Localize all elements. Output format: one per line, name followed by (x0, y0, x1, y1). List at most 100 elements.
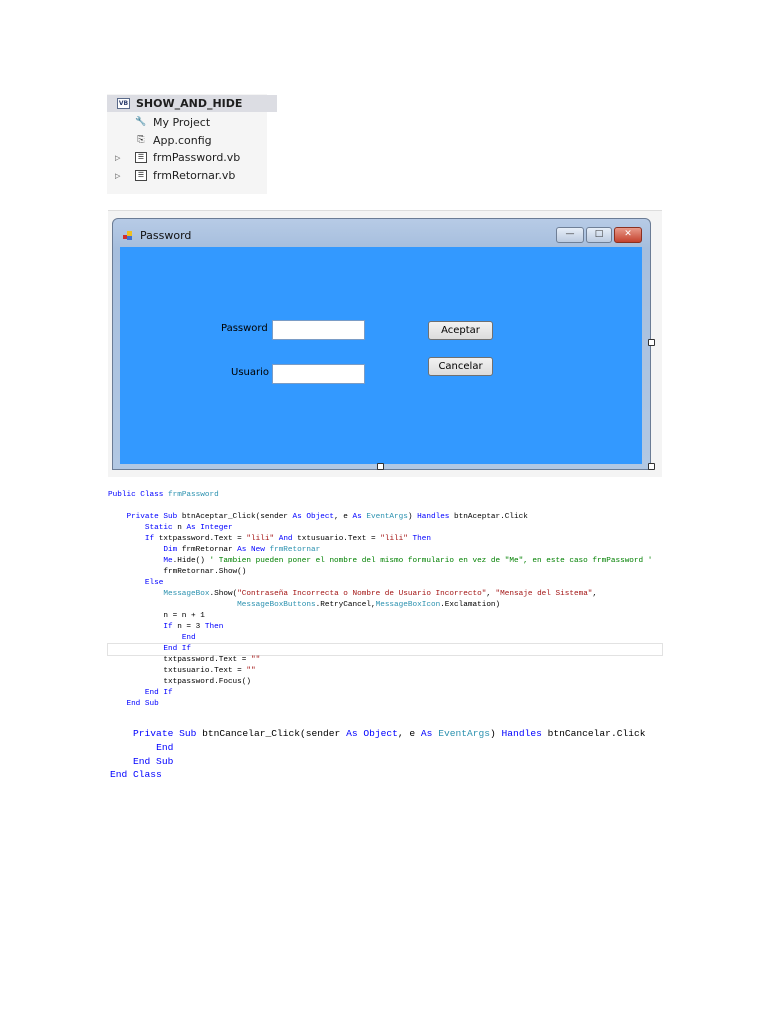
code-token: Then (204, 623, 224, 631)
code-line: End Sub (108, 699, 662, 710)
code-token: frmPassword (167, 491, 219, 499)
form-icon (123, 231, 132, 240)
expand-arrow-icon[interactable]: ▷ (115, 172, 120, 180)
aceptar-button[interactable]: Aceptar (428, 321, 493, 340)
form-designer: Password — □ ✕ Password Usuario Aceptar … (108, 210, 662, 477)
form-file-icon: ☰ (135, 152, 147, 163)
code-token: As (420, 728, 439, 739)
tree-item-label: My Project (153, 116, 211, 129)
code-line: If n = 3 Then (108, 622, 662, 633)
code-token: btnCancelar_Click(sender (202, 728, 347, 739)
code-block-frmpassword: Public Class frmPassword Private Sub btn… (107, 490, 663, 710)
code-line: End Class (110, 768, 645, 782)
cancelar-button[interactable]: Cancelar (428, 357, 493, 376)
code-token: "lili" (246, 535, 275, 543)
code-token: , (592, 590, 598, 598)
solution-explorer: VB SHOW_AND_HIDE 🔧 My Project ⎘ App.conf… (107, 94, 277, 194)
password-label: Password (221, 323, 268, 334)
usuario-label: Usuario (231, 367, 270, 378)
code-line: Static n As Integer (108, 523, 662, 534)
code-token: Private Sub (133, 728, 203, 739)
tree-item-project[interactable]: VB SHOW_AND_HIDE (107, 95, 277, 112)
code-line: If txtpassword.Text = "lili" And txtusua… (108, 534, 662, 545)
code-line: End (108, 633, 662, 644)
code-token: txtpassword.Text = (108, 656, 252, 664)
code-line: txtpassword.Focus() (108, 677, 662, 688)
tree-item-frmretornar[interactable]: ☰ frmRetornar.vb (135, 167, 235, 184)
code-token: End Sub (133, 755, 174, 767)
code-token: End If (163, 645, 192, 653)
code-line: frmRetornar.Show() (108, 567, 662, 578)
code-token: n = 3 (177, 623, 205, 631)
code-token: btnAceptar_Click(sender (181, 513, 293, 521)
code-line: End If (108, 688, 662, 699)
code-token: End Class (110, 769, 162, 781)
code-block-cancelar: Private Sub btnCancelar_Click(sender As … (110, 727, 645, 782)
code-line: n = n + 1 (108, 611, 662, 622)
code-token: ) (490, 728, 502, 739)
code-token: As Integer (186, 524, 233, 532)
code-token: MessageBox (163, 590, 210, 598)
resize-handle[interactable] (648, 339, 655, 346)
code-token: frmRetornar.Show() (108, 568, 247, 576)
vb-project-icon: VB (117, 98, 130, 109)
code-token: Private Sub (126, 513, 182, 521)
close-button[interactable]: ✕ (614, 227, 642, 243)
code-token: .Show( (209, 590, 238, 598)
code-token: "" (251, 656, 261, 664)
code-line: Private Sub btnAceptar_Click(sender As O… (108, 512, 662, 523)
code-token: Then (407, 535, 431, 543)
code-token: .Exclamation) (440, 601, 501, 609)
expand-arrow-icon[interactable]: ▷ (115, 154, 120, 162)
code-token: Public Class (108, 491, 168, 499)
code-token: n = n + 1 (108, 612, 205, 620)
code-token: Me (163, 557, 173, 565)
code-token: txtpassword.Text = (158, 535, 247, 543)
resize-handle[interactable] (648, 463, 655, 470)
code-token: End (156, 741, 174, 753)
usuario-input[interactable] (272, 364, 365, 384)
tree-item-label: App.config (153, 134, 212, 147)
code-token: , (486, 590, 496, 598)
resize-handle[interactable] (377, 463, 384, 470)
code-token: btnAceptar.Click (454, 513, 528, 521)
minimize-button[interactable]: — (556, 227, 584, 243)
code-token: As (352, 513, 367, 521)
code-token: EventArgs (438, 728, 491, 739)
code-line: MessageBox.Show("Contraseña Incorrecta o… (108, 589, 662, 600)
code-line: End (110, 741, 645, 755)
password-input[interactable] (272, 320, 365, 340)
code-token: As New (237, 546, 270, 554)
code-token: btnCancelar.Click (547, 728, 646, 739)
tree-item-my-project[interactable]: 🔧 My Project (135, 114, 210, 131)
tree-item-app-config[interactable]: ⎘ App.config (135, 132, 212, 149)
code-token: And (274, 535, 298, 543)
code-token: MessageBoxButtons (237, 601, 316, 609)
code-token: "Mensaje del Sistema" (495, 590, 593, 598)
project-name: SHOW_AND_HIDE (136, 97, 243, 110)
maximize-button[interactable]: □ (586, 227, 612, 243)
config-file-icon: ⎘ (137, 135, 145, 145)
code-token: Handles (417, 513, 455, 521)
tree-item-frmpassword[interactable]: ☰ frmPassword.vb (135, 149, 240, 166)
code-token: .Hide() (172, 557, 210, 565)
code-line: End If (107, 643, 663, 656)
code-token: EventArgs (366, 513, 408, 521)
code-token: txtusuario.Text = (108, 667, 247, 675)
wrench-icon: 🔧 (135, 117, 147, 127)
code-line: Private Sub btnCancelar_Click(sender As … (110, 727, 645, 741)
code-token: "Contraseña Incorrecta o Nombre de Usuar… (237, 590, 487, 598)
code-token: As Object (292, 513, 335, 521)
code-line: End Sub (110, 755, 645, 769)
code-token: frmRetornar (269, 546, 321, 554)
